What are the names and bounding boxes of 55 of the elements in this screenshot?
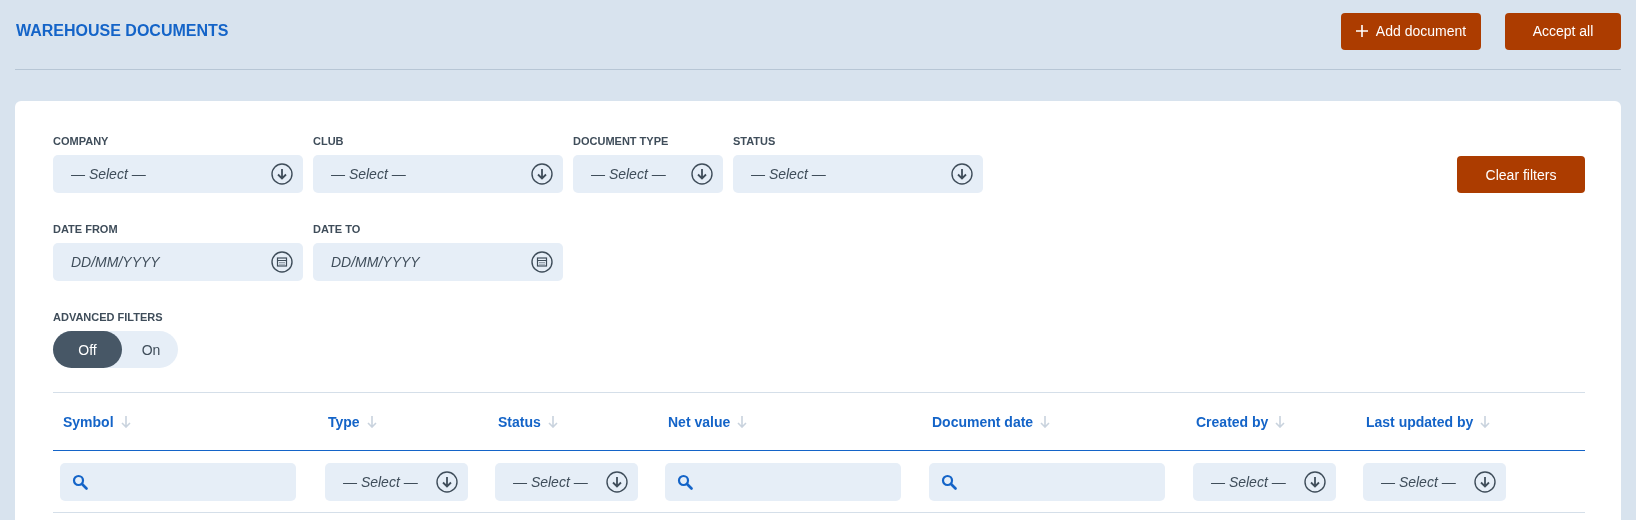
column-header[interactable]: Status xyxy=(498,413,541,430)
filter-label: DATE TO xyxy=(313,223,362,237)
calendar-icon xyxy=(531,251,553,273)
clear-filters-button[interactable]: Clear filters xyxy=(1457,156,1585,193)
down-arrow-circle-icon xyxy=(1474,470,1496,493)
select-field[interactable]: — Select — xyxy=(313,155,563,193)
select-field[interactable]: — Select — xyxy=(325,462,468,501)
column-header[interactable]: Type xyxy=(328,413,360,430)
sort-arrow-icon[interactable] xyxy=(1480,415,1491,428)
filter-label: DATE FROM xyxy=(53,223,119,237)
select-field[interactable]: — Select — xyxy=(1193,462,1336,501)
down-arrow-circle-icon xyxy=(606,470,628,493)
sort-arrow-icon[interactable] xyxy=(1275,415,1286,428)
sort-arrow-icon[interactable] xyxy=(366,415,377,428)
sort-arrow-icon[interactable] xyxy=(547,415,558,428)
toggle-option[interactable]: Off xyxy=(53,331,122,368)
search-field[interactable] xyxy=(60,462,296,501)
select-field[interactable]: — Select — xyxy=(1363,462,1506,501)
toggle-option[interactable]: On xyxy=(122,331,180,368)
column-header[interactable]: Last updated by xyxy=(1366,413,1474,430)
down-arrow-circle-icon xyxy=(271,163,293,185)
select-field[interactable]: — Select — xyxy=(573,155,723,193)
down-arrow-circle-icon xyxy=(691,163,713,185)
sort-arrow-icon[interactable] xyxy=(120,415,131,428)
down-arrow-circle-icon xyxy=(531,163,553,185)
down-arrow-circle-icon xyxy=(951,163,973,185)
filter-label: ADVANCED FILTERS xyxy=(53,311,164,325)
search-icon xyxy=(677,473,693,490)
down-arrow-circle-icon xyxy=(436,470,458,493)
sort-arrow-icon[interactable] xyxy=(737,415,748,428)
accept-all-button[interactable]: Accept all xyxy=(1505,12,1621,50)
date-field[interactable]: DD/MM/YYYY xyxy=(313,243,563,281)
down-arrow-circle-icon xyxy=(1304,470,1326,493)
search-field[interactable] xyxy=(929,462,1165,501)
column-header[interactable]: Symbol xyxy=(63,413,114,430)
add-document-button[interactable]: Add document xyxy=(1341,12,1481,50)
calendar-icon xyxy=(271,251,293,273)
column-header[interactable]: Document date xyxy=(932,413,1034,430)
filter-label: STATUS xyxy=(733,135,777,149)
search-icon xyxy=(941,473,957,490)
date-field[interactable]: DD/MM/YYYY xyxy=(53,243,303,281)
filter-label: CLUB xyxy=(313,135,345,149)
search-icon xyxy=(72,473,88,490)
plus-icon xyxy=(1355,25,1368,37)
select-field[interactable]: — Select — xyxy=(733,155,983,193)
column-header[interactable]: Net value xyxy=(668,413,731,430)
filter-label: COMPANY xyxy=(53,135,110,149)
column-header[interactable]: Created by xyxy=(1196,413,1269,430)
select-field[interactable]: — Select — xyxy=(53,155,303,193)
select-field[interactable]: — Select — xyxy=(495,462,638,501)
search-field[interactable] xyxy=(665,462,901,501)
toggle-switch[interactable]: Off On xyxy=(53,331,178,368)
page-title: WAREHOUSE DOCUMENTS xyxy=(16,22,229,40)
filter-label: DOCUMENT TYPE xyxy=(573,135,670,149)
sort-arrow-icon[interactable] xyxy=(1040,415,1051,428)
